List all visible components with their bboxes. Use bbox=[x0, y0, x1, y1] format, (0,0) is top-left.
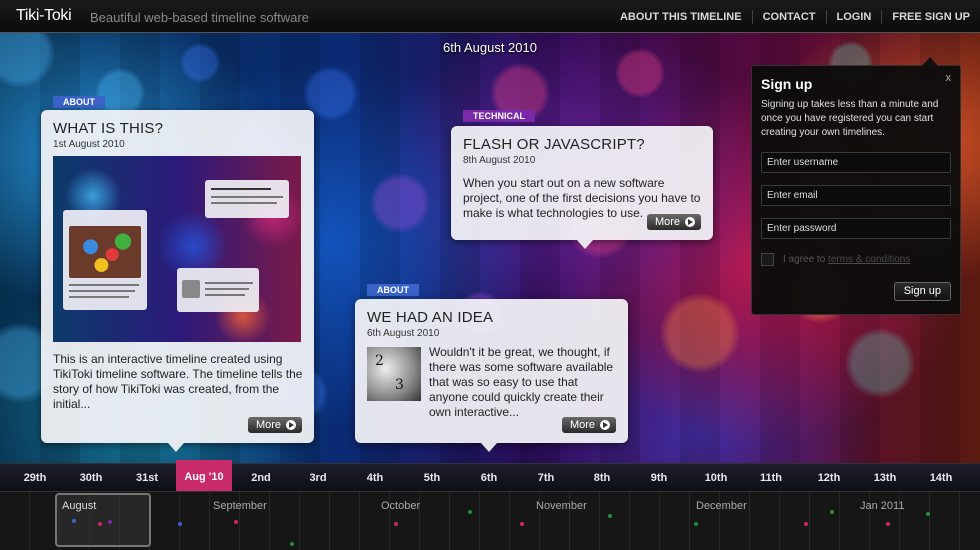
more-label: More bbox=[255, 419, 281, 431]
card-pointer bbox=[168, 443, 184, 452]
top-bar: Tiki-Toki Beautiful web-based timeline s… bbox=[0, 0, 980, 33]
bokeh-light bbox=[845, 328, 915, 398]
story-text: This is an interactive timeline created … bbox=[53, 352, 303, 411]
day-label[interactable]: 7th bbox=[518, 464, 574, 492]
tagline: Beautiful web-based timeline software bbox=[90, 10, 309, 25]
nav-contact[interactable]: CONTACT bbox=[753, 9, 827, 24]
terms-row: I agree to terms & conditions bbox=[761, 253, 951, 266]
category-tag-about[interactable]: ABOUT bbox=[53, 96, 105, 108]
nav-login[interactable]: LOGIN bbox=[827, 9, 883, 24]
day-label[interactable]: 5th bbox=[404, 464, 460, 492]
day-label[interactable]: 10th bbox=[688, 464, 744, 492]
more-button[interactable]: More bbox=[561, 417, 616, 433]
story-marker-dot bbox=[694, 522, 698, 526]
story-marker-dot bbox=[926, 512, 930, 516]
bokeh-light bbox=[370, 173, 430, 233]
terms-checkbox[interactable] bbox=[761, 253, 774, 266]
signup-panel: Sign up x Signing up takes less than a m… bbox=[751, 57, 961, 315]
username-input[interactable] bbox=[761, 152, 951, 173]
day-label[interactable]: 30th bbox=[63, 464, 119, 492]
more-button[interactable]: More bbox=[247, 417, 302, 433]
nav-free-sign-up[interactable]: FREE SIGN UP bbox=[882, 10, 980, 24]
nav-about-this-timeline[interactable]: ABOUT THIS TIMELINE bbox=[610, 9, 753, 24]
story-marker-dot bbox=[72, 519, 76, 523]
more-label: More bbox=[654, 216, 680, 228]
day-label[interactable]: 12th bbox=[801, 464, 857, 492]
logo[interactable]: Tiki-Toki bbox=[16, 7, 72, 25]
more-label: More bbox=[569, 419, 595, 431]
agree-label: I agree to bbox=[783, 254, 826, 265]
signup-title: Sign up bbox=[761, 76, 813, 92]
candy-image bbox=[69, 226, 141, 278]
story-date: 8th August 2010 bbox=[463, 155, 536, 166]
mini-card bbox=[177, 268, 259, 312]
month-label[interactable]: Jan 2011 bbox=[860, 500, 904, 512]
close-icon[interactable]: x bbox=[946, 72, 952, 84]
story-title: WE HAD AN IDEA bbox=[367, 309, 494, 326]
story-card-what-is-this[interactable]: WHAT IS THIS? 1st August 2010 This is an… bbox=[41, 110, 314, 443]
password-input[interactable] bbox=[761, 218, 951, 239]
day-label[interactable]: 6th bbox=[461, 464, 517, 492]
story-marker-dot bbox=[804, 522, 808, 526]
month-label[interactable]: September bbox=[213, 500, 267, 512]
arrow-right-icon bbox=[600, 420, 610, 430]
day-label[interactable]: 31st bbox=[119, 464, 175, 492]
signup-button[interactable]: Sign up bbox=[893, 282, 951, 301]
current-date: 6th August 2010 bbox=[443, 40, 537, 55]
day-label[interactable]: 29th bbox=[7, 464, 63, 492]
more-button[interactable]: More bbox=[646, 214, 701, 230]
day-label[interactable]: 2nd bbox=[233, 464, 289, 492]
story-marker-dot bbox=[98, 522, 102, 526]
category-tag-technical[interactable]: TECHNICAL bbox=[463, 110, 535, 122]
day-label[interactable]: 14th bbox=[913, 464, 969, 492]
story-marker-dot bbox=[108, 520, 112, 524]
story-screenshot-image bbox=[53, 156, 301, 342]
story-title: FLASH OR JAVASCRIPT? bbox=[463, 136, 645, 153]
story-marker-dot bbox=[394, 522, 398, 526]
mini-card bbox=[205, 180, 289, 218]
category-tag-about[interactable]: ABOUT bbox=[367, 284, 419, 296]
story-marker-dot bbox=[608, 514, 612, 518]
signup-intro: Signing up takes less than a minute and … bbox=[761, 99, 939, 138]
mini-card bbox=[63, 210, 147, 310]
day-label[interactable]: 3rd bbox=[290, 464, 346, 492]
story-marker-dot bbox=[234, 520, 238, 524]
bokeh-light bbox=[660, 293, 740, 373]
month-label[interactable]: December bbox=[696, 500, 747, 512]
arrow-right-icon bbox=[685, 217, 695, 227]
terms-link[interactable]: terms & conditions bbox=[828, 254, 910, 265]
card-pointer bbox=[481, 443, 497, 452]
story-title: WHAT IS THIS? bbox=[53, 120, 164, 137]
clock-photo: 2 3 bbox=[367, 347, 421, 401]
month-label[interactable]: October bbox=[381, 500, 420, 512]
day-label[interactable]: 11th bbox=[743, 464, 799, 492]
story-marker-dot bbox=[886, 522, 890, 526]
story-marker-dot bbox=[468, 510, 472, 514]
month-label[interactable]: August bbox=[62, 500, 96, 512]
story-card-we-had-an-idea[interactable]: WE HAD AN IDEA 6th August 2010 2 3 Would… bbox=[355, 299, 628, 443]
email-input[interactable] bbox=[761, 185, 951, 206]
story-date: 6th August 2010 bbox=[367, 328, 440, 339]
story-marker-dot bbox=[830, 510, 834, 514]
month-label[interactable]: November bbox=[536, 500, 587, 512]
top-nav: ABOUT THIS TIMELINE CONTACT LOGIN FREE S… bbox=[610, 0, 980, 33]
day-scale: 29th 30th 31st Aug '10 2nd 3rd 4th 5th 6… bbox=[0, 460, 980, 492]
day-label-active[interactable]: Aug '10 bbox=[176, 460, 232, 492]
card-pointer bbox=[577, 240, 593, 249]
arrow-right-icon bbox=[286, 420, 296, 430]
story-marker-dot bbox=[178, 522, 182, 526]
month-navigator[interactable]: August September October November Decemb… bbox=[0, 491, 980, 550]
story-card-flash-or-javascript[interactable]: FLASH OR JAVASCRIPT? 8th August 2010 Whe… bbox=[451, 126, 713, 240]
story-date: 1st August 2010 bbox=[53, 139, 125, 150]
day-label[interactable]: 13th bbox=[857, 464, 913, 492]
story-marker-dot bbox=[520, 522, 524, 526]
day-label[interactable]: 4th bbox=[347, 464, 403, 492]
story-marker-dot bbox=[290, 542, 294, 546]
day-label[interactable]: 9th bbox=[631, 464, 687, 492]
day-label[interactable]: 8th bbox=[574, 464, 630, 492]
story-text: Wouldn't it be great, we thought, if the… bbox=[429, 345, 614, 419]
bokeh-light bbox=[615, 48, 665, 98]
